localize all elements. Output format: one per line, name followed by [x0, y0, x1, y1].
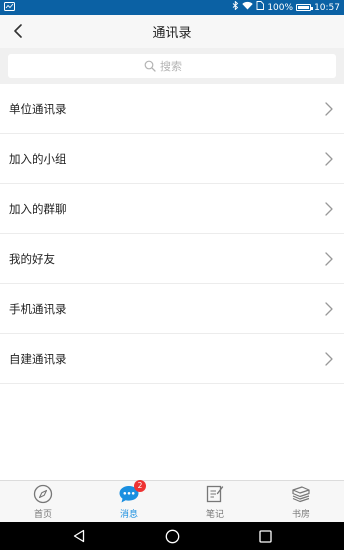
back-button[interactable]: [8, 21, 28, 41]
chevron-right-icon: [325, 101, 333, 116]
chevron-right-icon: [325, 251, 333, 266]
list-item-custom-contacts[interactable]: 自建通讯录: [0, 334, 344, 384]
chat-bubble-icon: 2: [118, 480, 146, 505]
system-navigation-bar: [0, 522, 344, 550]
chevron-right-icon: [325, 301, 333, 316]
header-bar: 通讯录: [0, 15, 344, 48]
system-recents-button[interactable]: [251, 526, 281, 546]
bottom-tab-bar: 首页 2 消息 笔记 书房: [0, 480, 344, 522]
list-item-my-friends[interactable]: 我的好友: [0, 234, 344, 284]
chevron-right-icon: [325, 351, 333, 366]
note-edit-icon: [204, 483, 226, 505]
list-item-phone-contacts[interactable]: 手机通讯录: [0, 284, 344, 334]
list-item-joined-chats[interactable]: 加入的群聊: [0, 184, 344, 234]
list-item-label: 加入的群聊: [9, 201, 67, 216]
tab-home[interactable]: 首页: [0, 481, 86, 522]
square-recents-icon: [259, 529, 272, 543]
triangle-back-icon: [73, 529, 84, 543]
tab-label: 书房: [291, 510, 310, 520]
page-title: 通讯录: [152, 26, 192, 41]
list-item-label: 自建通讯录: [9, 351, 67, 366]
compass-icon: [32, 483, 54, 505]
list-item-label: 我的好友: [9, 251, 55, 266]
clock-time: 10:57: [314, 2, 340, 13]
tab-label: 消息: [119, 510, 138, 520]
books-icon: [290, 483, 312, 505]
search-box[interactable]: [8, 54, 336, 78]
status-bar: 100% 10:57: [0, 0, 344, 15]
list-item-label: 单位通讯录: [9, 101, 67, 116]
system-home-button[interactable]: [157, 526, 187, 546]
bluetooth-icon: [232, 0, 239, 15]
list-item-joined-groups[interactable]: 加入的小组: [0, 134, 344, 184]
battery-icon: [296, 4, 314, 11]
search-icon: [144, 60, 156, 72]
tab-label: 首页: [33, 510, 52, 520]
chevron-right-icon: [325, 201, 333, 216]
unread-badge: 2: [134, 480, 146, 492]
sim-icon: [256, 0, 265, 15]
list-item-unit-contacts[interactable]: 单位通讯录: [0, 84, 344, 134]
tab-library[interactable]: 书房: [258, 481, 344, 522]
tab-notes[interactable]: 笔记: [172, 481, 258, 522]
circle-home-icon: [165, 529, 179, 543]
status-indicators: 100% 10:57: [232, 0, 340, 15]
contacts-list: 单位通讯录 加入的小组 加入的群聊 我的好友 手机通讯录 自建通讯录: [0, 84, 344, 384]
app-notification-icon: [4, 1, 15, 14]
chevron-right-icon: [325, 151, 333, 166]
tab-label: 笔记: [205, 510, 224, 520]
chevron-left-icon: [14, 24, 22, 38]
search-input[interactable]: [160, 59, 200, 73]
tab-messages[interactable]: 2 消息: [86, 480, 172, 522]
search-area: [0, 48, 344, 84]
list-item-label: 加入的小组: [9, 151, 67, 166]
wifi-icon: [242, 0, 254, 15]
battery-percent: 100%: [267, 2, 294, 13]
system-back-button[interactable]: [64, 526, 94, 546]
list-item-label: 手机通讯录: [9, 301, 67, 316]
